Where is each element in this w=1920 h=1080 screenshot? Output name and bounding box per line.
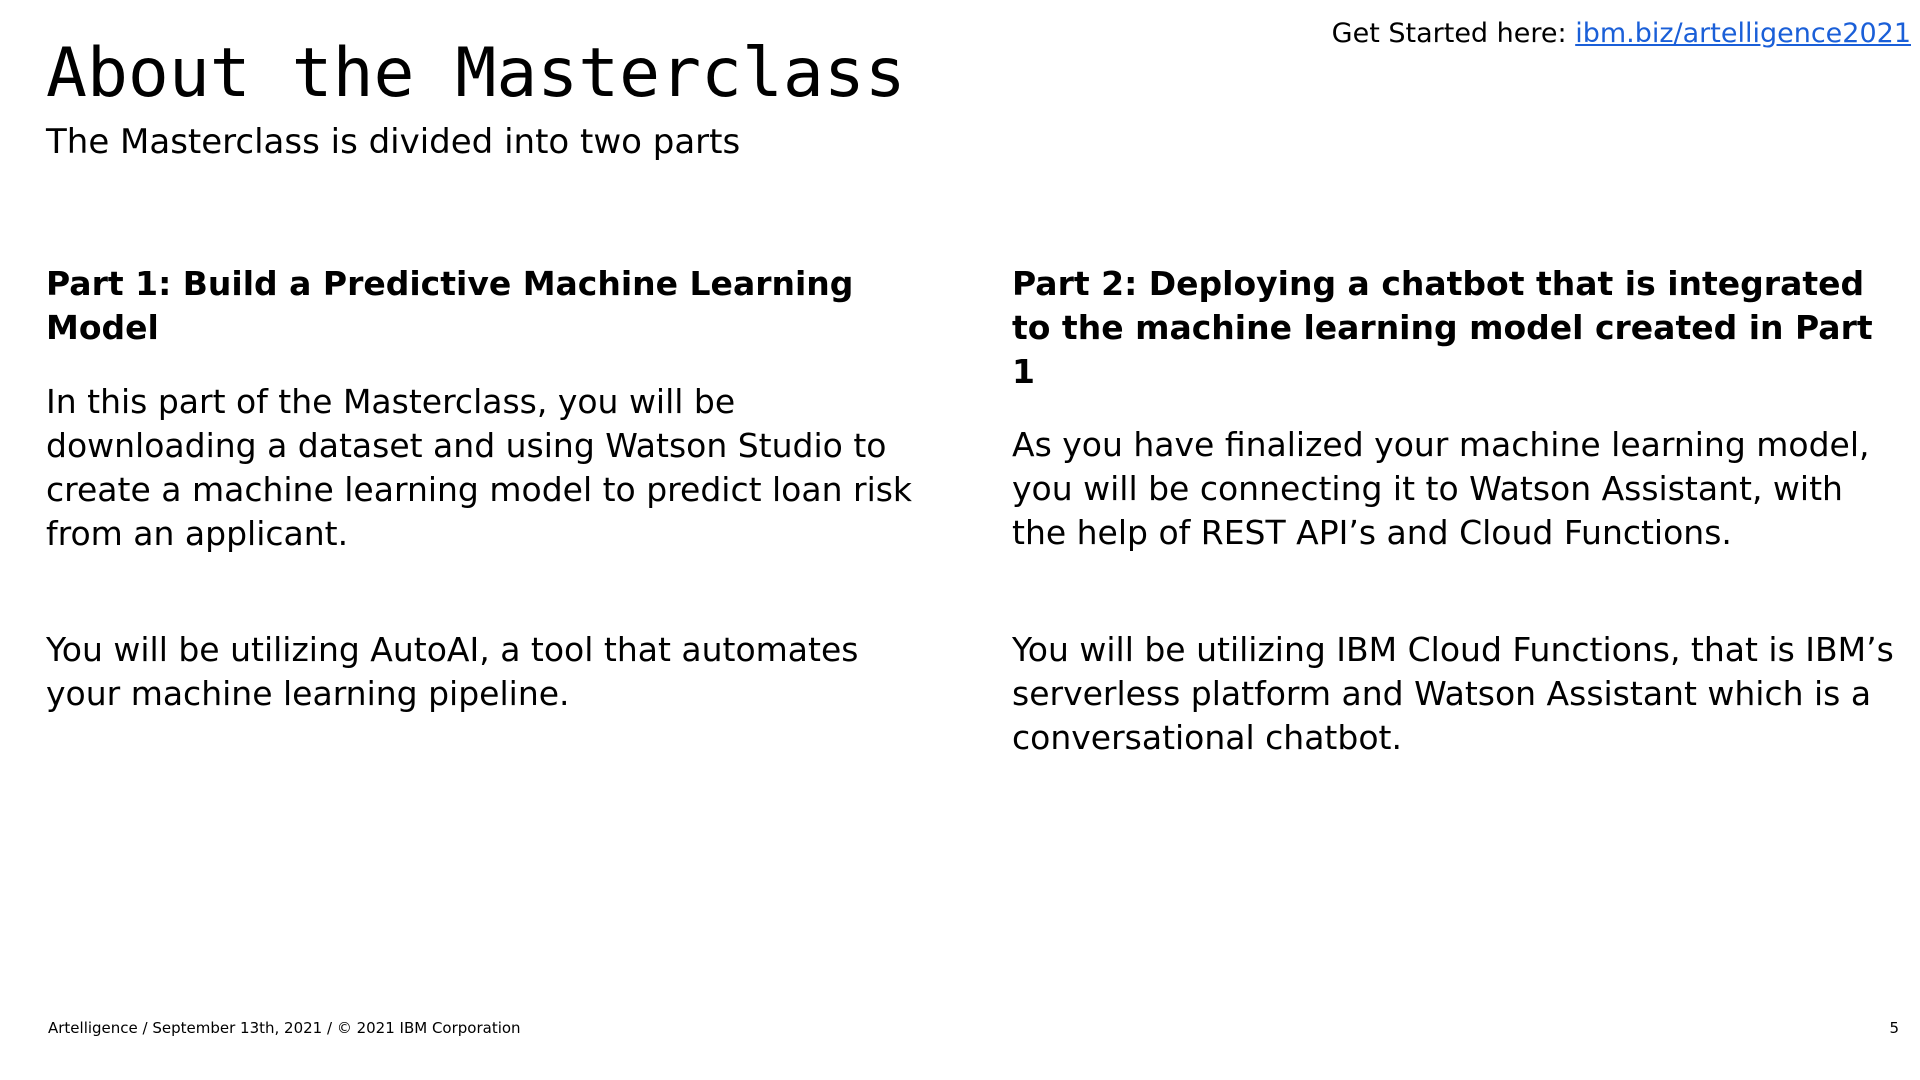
part2-column: Part 2: Deploying a chatbot that is inte… <box>1012 262 1902 757</box>
part1-heading: Part 1: Build a Predictive Machine Learn… <box>46 264 854 347</box>
part1-column: Part 1: Build a Predictive Machine Learn… <box>46 262 926 713</box>
page-number: 5 <box>1889 1019 1899 1037</box>
part2-paragraph-1: As you have finalized your machine learn… <box>1012 425 1870 552</box>
part1-paragraph-1: In this part of the Masterclass, you wil… <box>46 382 913 553</box>
part2-heading: Part 2: Deploying a chatbot that is inte… <box>1012 264 1873 391</box>
footer-text: Artelligence / September 13th, 2021 / © … <box>48 1019 521 1037</box>
part1-paragraph-2: You will be utilizing AutoAI, a tool tha… <box>46 630 859 713</box>
get-started-line: Get Started here: ibm.biz/artelligence20… <box>1332 18 1911 49</box>
page-title: About the Masterclass <box>46 34 906 113</box>
page-subtitle: The Masterclass is divided into two part… <box>46 122 741 162</box>
get-started-label: Get Started here: <box>1331 18 1567 49</box>
get-started-link[interactable]: ibm.biz/artelligence2021 <box>1575 18 1911 49</box>
slide: Get Started here: ibm.biz/artelligence20… <box>0 0 1920 1080</box>
part2-paragraph-2: You will be utilizing IBM Cloud Function… <box>1012 630 1894 757</box>
